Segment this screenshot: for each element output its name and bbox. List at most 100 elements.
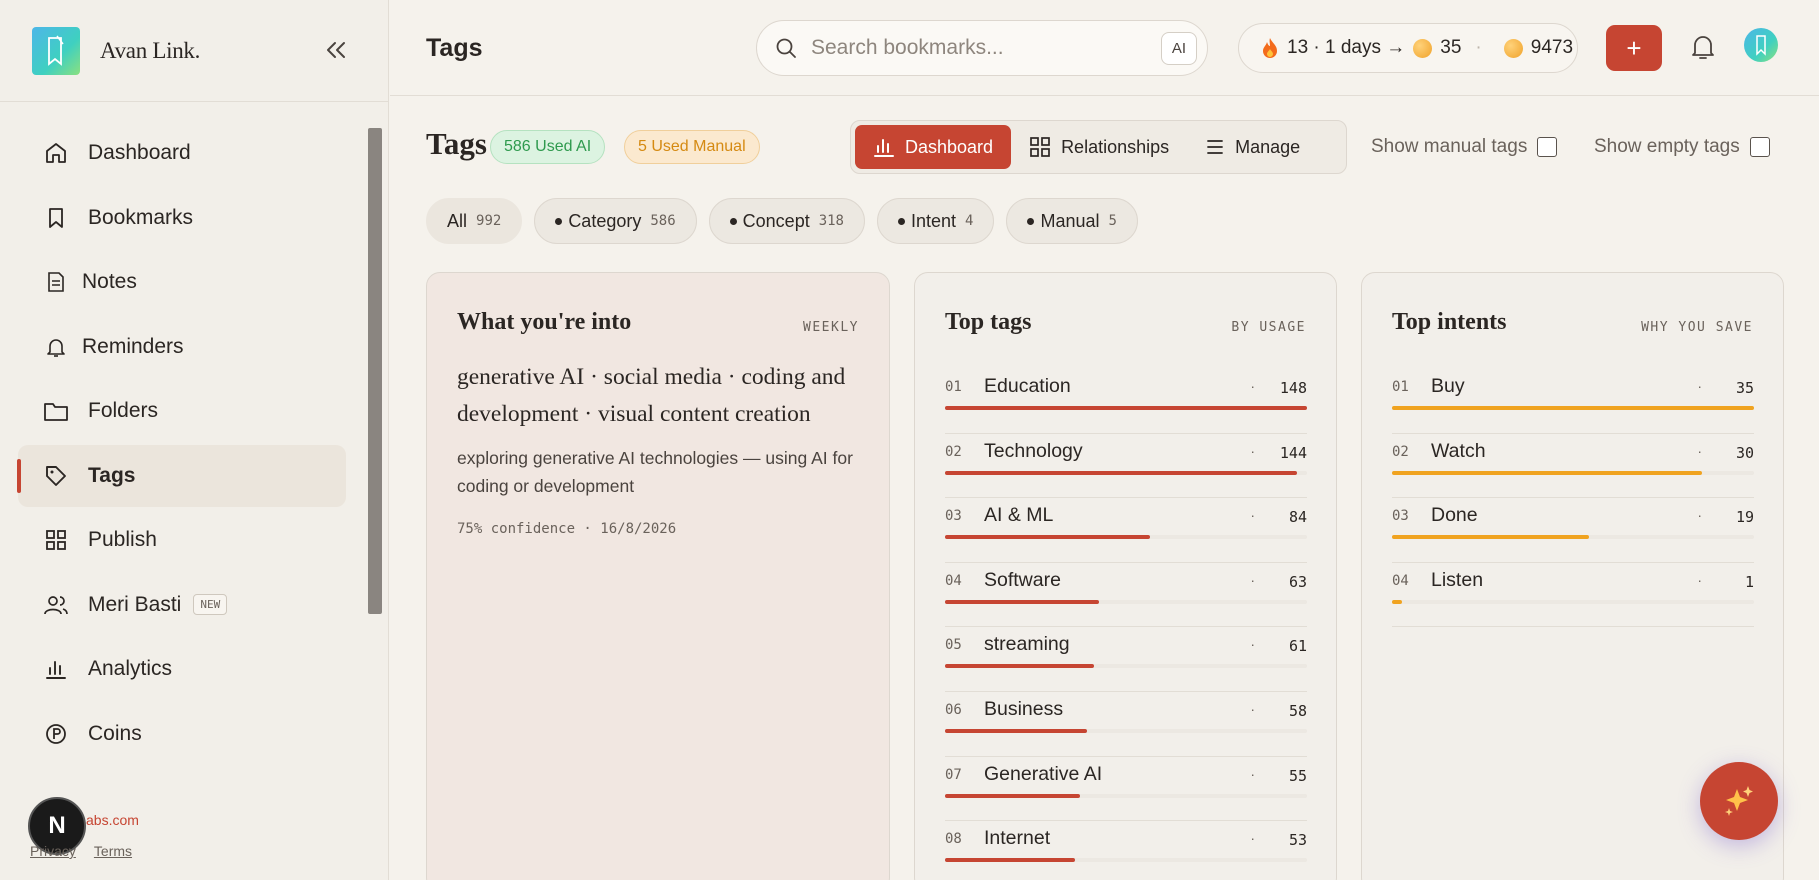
ranked-item[interactable]: 02 Technology · 144 [945,434,1307,499]
note-icon [42,268,70,296]
separator-dot: · [1250,378,1255,394]
usage-bar-fill [945,793,1080,798]
separator-dot: · [1250,830,1255,847]
rank-value: 35 [1735,379,1754,397]
filter-concept[interactable]: Concept 318 [708,198,865,244]
terms-link[interactable]: Terms [94,843,132,859]
show-manual-tags-toggle[interactable]: Show manual tags [1371,136,1558,158]
usage-bar-fill [945,599,1100,604]
separator-dot: · [1250,765,1255,782]
show-manual-tags-checkbox[interactable] [1537,137,1558,157]
top-bar: Tags AI 13 · 1 days → 35 · 9473 + [390,0,1819,96]
ranked-item[interactable]: 01 Buy · 35 [1392,369,1754,434]
streak-text: 13 · 1 days → [1287,37,1406,58]
separator-dot: · [1697,507,1702,524]
bullet-dot [729,217,737,225]
ranked-item[interactable]: 02 Watch · 30 [1392,434,1754,499]
ranked-item[interactable]: 03 AI & ML · 84 [945,498,1307,563]
filter-label: Manual [1040,210,1100,231]
search-input[interactable] [811,36,1131,60]
show-empty-tags-label: Show empty tags [1594,136,1740,157]
ranked-item[interactable]: 01 Education · 148 [945,369,1307,434]
brand-name: Avan Link. [100,37,201,63]
rank-value: 148 [1279,379,1307,397]
sidebar-item-notes[interactable]: Notes [18,251,346,313]
view-switcher: Dashboard Relationships Manage [850,120,1347,174]
sidebar-item-label: Notes [82,270,137,293]
collapse-sidebar-button[interactable] [322,36,350,64]
search-bar[interactable]: AI [756,20,1208,76]
brand-logo[interactable] [32,26,80,75]
filter-category[interactable]: Category 586 [534,198,697,244]
rank-label: AI & ML [984,504,1054,527]
footer-domain-link[interactable]: abs.com [86,812,139,828]
sidebar-scrollbar[interactable] [368,128,382,614]
show-empty-tags-toggle[interactable]: Show empty tags [1594,136,1770,158]
ranked-item[interactable]: 03 Done · 19 [1392,498,1754,563]
sidebar-item-bookmarks[interactable]: Bookmarks [18,187,346,249]
show-empty-tags-checkbox[interactable] [1749,137,1770,157]
sidebar-item-dashboard[interactable]: Dashboard [18,122,346,184]
rank-label: Generative AI [984,762,1103,785]
sidebar-item-label: Coins [88,721,142,745]
rank-number: 01 [1392,379,1409,395]
sidebar-item-folders[interactable]: Folders [18,380,346,442]
usage-bar-track [945,599,1307,604]
tab-dashboard[interactable]: Dashboard [855,125,1012,169]
rank-value: 1 [1744,572,1754,591]
rank-value: 63 [1288,572,1307,591]
ai-assistant-button[interactable] [1700,762,1778,840]
rank-label: Internet [984,827,1051,850]
ai-search-toggle[interactable]: AI [1160,32,1197,65]
ranked-item[interactable]: 06 Business · 58 [945,692,1307,757]
rank-value: 58 [1288,701,1307,720]
usage-bar-fill [945,470,1298,475]
sidebar-item-label: Dashboard [88,141,191,164]
separator-dot: · [1250,507,1255,524]
filter-manual[interactable]: Manual 5 [1006,198,1138,244]
ranked-item[interactable]: 04 Software · 63 [945,563,1307,628]
sidebar-item-meri-basti[interactable]: Meri Basti NEW [18,574,346,636]
sidebar-item-reminders[interactable]: Reminders [18,316,346,378]
privacy-link[interactable]: Privacy [30,843,76,859]
sidebar-item-tags[interactable]: Tags [17,444,346,507]
grid-icon [1029,136,1051,158]
bar-chart-icon [873,136,895,158]
usage-bar-track [945,406,1307,410]
sidebar-item-publish[interactable]: Publish [18,509,346,571]
rank-number: 05 [945,637,962,654]
ranked-item[interactable]: 04 Listen · 1 [1392,563,1754,628]
streak-coins-widget[interactable]: 13 · 1 days → 35 · 9473 [1238,23,1578,73]
usage-bar-track [1392,406,1754,410]
filter-count: 992 [476,213,502,229]
usage-bar-track [1392,599,1754,604]
interests-description: exploring generative AI technologies — u… [457,448,853,496]
sidebar-item-label: Reminders [82,334,184,358]
filter-count: 5 [1108,213,1117,229]
filter-label: Concept [742,210,810,231]
ranked-item[interactable]: 07 Generative AI · 55 [945,757,1307,822]
search-icon [776,38,796,58]
tab-relationships[interactable]: Relationships [1011,125,1187,169]
coin-icon [42,720,70,748]
filter-all[interactable]: All 992 [426,198,523,244]
coin-balance: 9473 [1530,37,1574,58]
filter-count: 4 [965,213,974,229]
interests-headline: generative AI · social media · coding an… [457,364,846,427]
bullet-dot [555,217,563,225]
user-avatar[interactable] [1744,28,1778,62]
sidebar-item-analytics[interactable]: Analytics [18,638,346,700]
ranked-item[interactable]: 05 streaming · 61 [945,627,1307,692]
users-icon [42,591,70,619]
notifications-button[interactable] [1686,30,1720,64]
usage-bar-track [1392,535,1754,540]
usage-bar-fill [1392,406,1754,410]
ranked-item[interactable]: 08 Internet · 53 [945,821,1307,880]
usage-bar-track [945,535,1307,540]
tab-manage[interactable]: Manage [1187,125,1318,169]
add-button[interactable]: + [1606,25,1662,71]
filter-intent[interactable]: Intent 4 [877,198,995,244]
sidebar-item-coins[interactable]: Coins [18,703,346,765]
rank-label: Listen [1431,568,1484,591]
usage-bar-fill [1392,599,1403,604]
